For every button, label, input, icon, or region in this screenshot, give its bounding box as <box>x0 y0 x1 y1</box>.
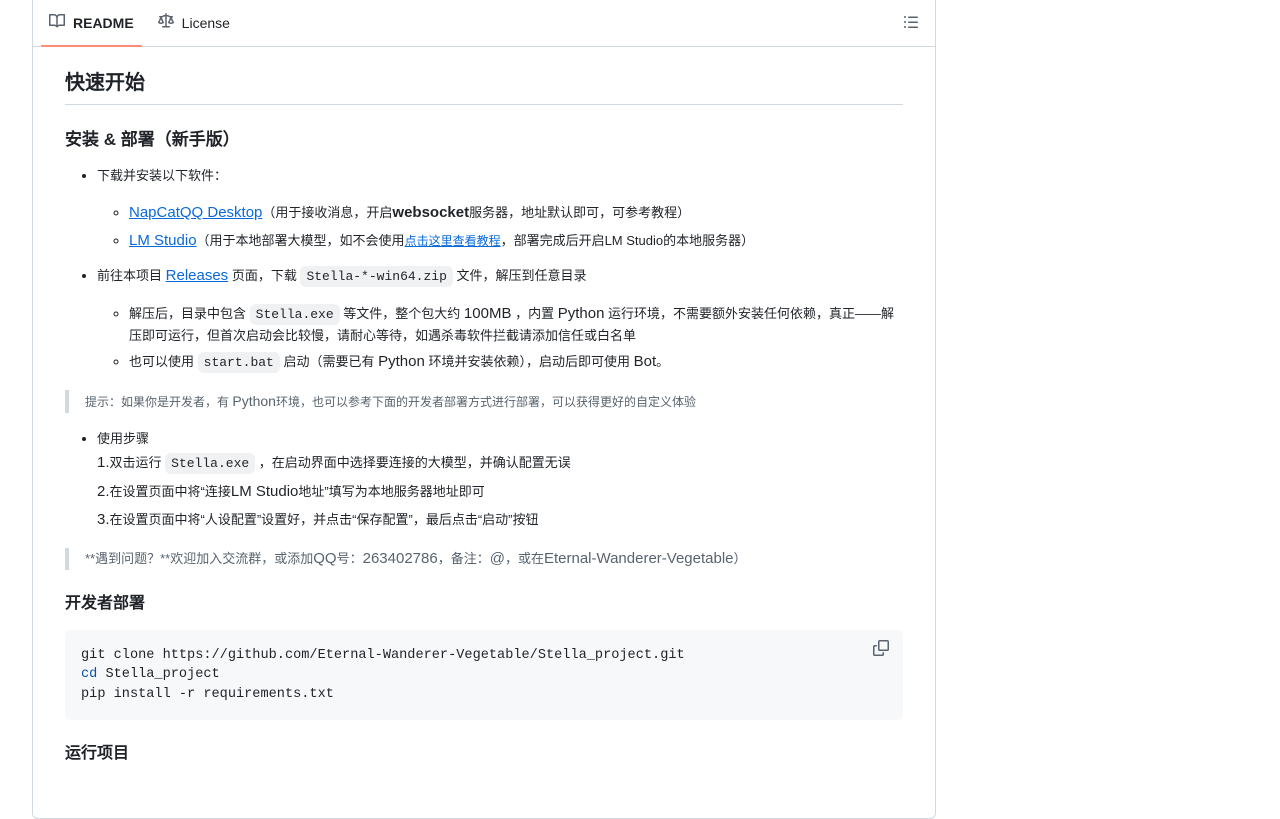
usage-list: 使用步骤 <box>65 429 903 449</box>
section-heading-quickstart: 快速开始 <box>65 71 903 105</box>
tab-license-label: License <box>181 14 230 31</box>
list-item: 3.在设置页面中将“人设配置”设置好，并点击“保存配置”，最后点击“启动”按钮 <box>97 511 539 529</box>
list-item: NapCatQQ Desktop（用于接收消息，开启websocket服务器，地… <box>129 202 903 225</box>
law-icon <box>157 13 174 32</box>
code-keyword: cd <box>81 667 98 683</box>
copy-icon <box>873 640 889 664</box>
list-item: 前往本项目 Releases 页面，下载 Stella-*-win64.zip … <box>97 265 903 374</box>
tab-readme-label: README <box>73 14 134 31</box>
list-item: 解压后，目录中包含 Stella.exe 等文件，整个包大约 100MB ，内置… <box>129 303 903 345</box>
list-item: 2.在设置页面中将“连接LM Studio地址”填写为本地服务器地址即可 <box>97 482 485 500</box>
lmstudio-tutorial-link[interactable]: 点击这里查看教程 <box>405 234 501 248</box>
code-line: git clone https://github.com/Eternal-Wan… <box>81 647 685 663</box>
releases-link[interactable]: Releases <box>166 267 229 284</box>
subheading-install: 安装 & 部署（新手版） <box>65 130 240 149</box>
napcat-link[interactable]: NapCatQQ Desktop <box>129 204 262 221</box>
help-quote: **遇到问题？**欢迎加入交流群，或添加QQ号：263402786，备注：@，或… <box>65 547 903 570</box>
readme-container: README License 快速开始 安装 & 部署（新手版） 下载并安装以下… <box>32 0 936 819</box>
list-unordered-icon <box>903 14 919 33</box>
code-block: git clone https://github.com/Eternal-Wan… <box>65 629 903 721</box>
install-steps-list: 下载并安装以下软件： NapCatQQ Desktop（用于接收消息，开启web… <box>65 166 903 374</box>
zip-filename: Stella-*-win64.zip <box>300 265 453 287</box>
list-item: 使用步骤 <box>97 429 903 449</box>
tip-quote: 提示：如果你是开发者，有 Python环境，也可以参考下面的开发者部署方式进行部… <box>65 389 903 413</box>
exe-filename: Stella.exe <box>165 453 256 475</box>
exe-filename: Stella.exe <box>249 304 340 326</box>
copy-button[interactable] <box>867 638 895 666</box>
book-icon <box>49 13 66 32</box>
code-line: Stella_project <box>97 667 220 683</box>
readme-body: 快速开始 安装 & 部署（新手版） 下载并安装以下软件： NapCatQQ De… <box>33 47 935 764</box>
list-item: 下载并安装以下软件： NapCatQQ Desktop（用于接收消息，开启web… <box>97 166 903 253</box>
list-item: 也可以使用 start.bat 启动（需要已有 Python 环境并安装依赖），… <box>129 351 903 374</box>
code-line: pip install -r requirements.txt <box>81 686 334 702</box>
subheading-run: 运行项目 <box>65 745 130 763</box>
tab-readme[interactable]: README <box>41 0 142 47</box>
subheading-dev-deploy: 开发者部署 <box>65 594 146 612</box>
list-item: 1.双击运行 Stella.exe ，在启动界面中选择要连接的大模型，并确认配置… <box>97 452 903 475</box>
usage-steps-list: 1.双击运行 Stella.exe ，在启动界面中选择要连接的大模型，并确认配置… <box>65 452 903 532</box>
readme-tabs: README License <box>33 0 935 47</box>
lmstudio-link[interactable]: LM Studio <box>129 232 197 249</box>
list-item: LM Studio（用于本地部署大模型，如不会使用点击这里查看教程，部署完成后开… <box>129 230 903 253</box>
outline-button[interactable] <box>895 7 927 39</box>
tab-license[interactable]: License <box>150 0 238 46</box>
bat-filename: start.bat <box>197 352 280 374</box>
